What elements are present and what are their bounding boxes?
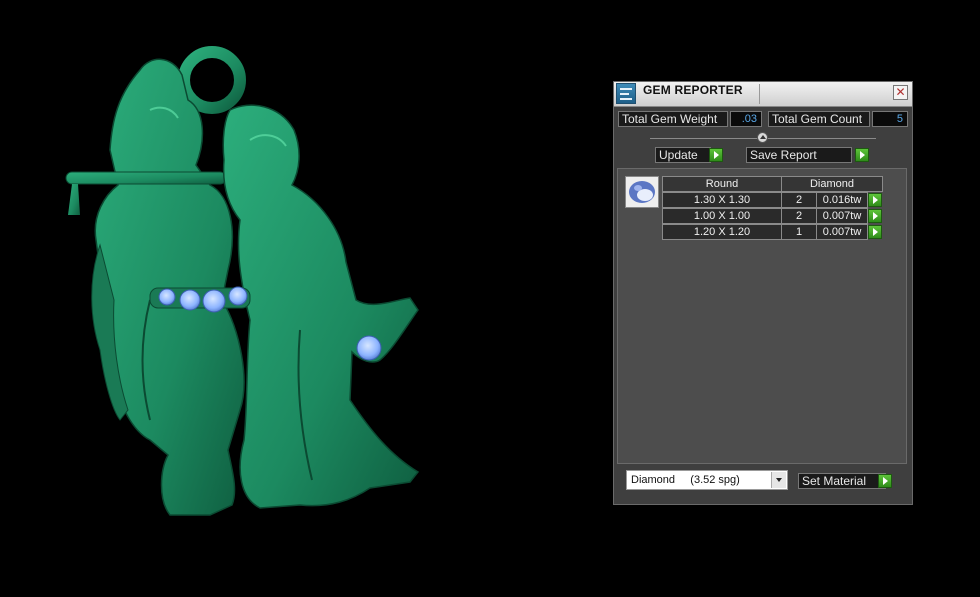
update-button[interactable]: Update (655, 147, 711, 163)
set-material-button[interactable]: Set Material (798, 473, 886, 489)
total-gem-count-label: Total Gem Count (768, 111, 870, 127)
gem-reporter-panel: GEM REPORTER ✕ Total Gem Weight .03 Tota… (613, 81, 913, 505)
3d-viewport[interactable] (0, 0, 600, 597)
material-header: Diamond (781, 176, 883, 192)
update-go-icon[interactable] (709, 148, 723, 162)
row-3-go-icon[interactable] (868, 225, 882, 239)
row-3-weight: 0.007tw (816, 224, 868, 240)
title-divider (759, 84, 760, 104)
panel-title: GEM REPORTER (643, 83, 743, 97)
material-dropdown[interactable]: Diamond (3.52 spg) (626, 470, 788, 490)
close-button[interactable]: ✕ (893, 85, 908, 100)
gem-reporter-app-icon (616, 83, 636, 104)
titlebar[interactable]: GEM REPORTER ✕ (614, 82, 912, 107)
row-1-size: 1.30 X 1.30 (662, 192, 782, 208)
total-gem-count-value: 5 (872, 111, 908, 127)
chevron-down-icon[interactable] (771, 472, 786, 488)
gem-list-area[interactable]: Round Diamond 1.30 X 1.30 2 0.016tw 1.00… (617, 168, 907, 464)
row-2-weight: 0.007tw (816, 208, 868, 224)
total-gem-weight-value: .03 (730, 111, 762, 127)
row-2-count: 2 (781, 208, 817, 224)
save-report-go-icon[interactable] (855, 148, 869, 162)
row-2-go-icon[interactable] (868, 209, 882, 223)
collapse-toggle[interactable] (757, 132, 768, 143)
row-2-size: 1.00 X 1.00 (662, 208, 782, 224)
jewelry-model (65, 46, 420, 516)
set-material-go-icon[interactable] (878, 474, 892, 488)
row-3-size: 1.20 X 1.20 (662, 224, 782, 240)
total-gem-weight-label: Total Gem Weight (618, 111, 728, 127)
shape-header: Round (662, 176, 782, 192)
row-1-count: 2 (781, 192, 817, 208)
round-gem-icon[interactable] (625, 176, 659, 208)
row-1-go-icon[interactable] (868, 193, 882, 207)
material-dropdown-value: Diamond (3.52 spg) (631, 474, 740, 486)
row-1-weight: 0.016tw (816, 192, 868, 208)
row-3-count: 1 (781, 224, 817, 240)
save-report-button[interactable]: Save Report (746, 147, 852, 163)
close-icon: ✕ (895, 85, 906, 99)
